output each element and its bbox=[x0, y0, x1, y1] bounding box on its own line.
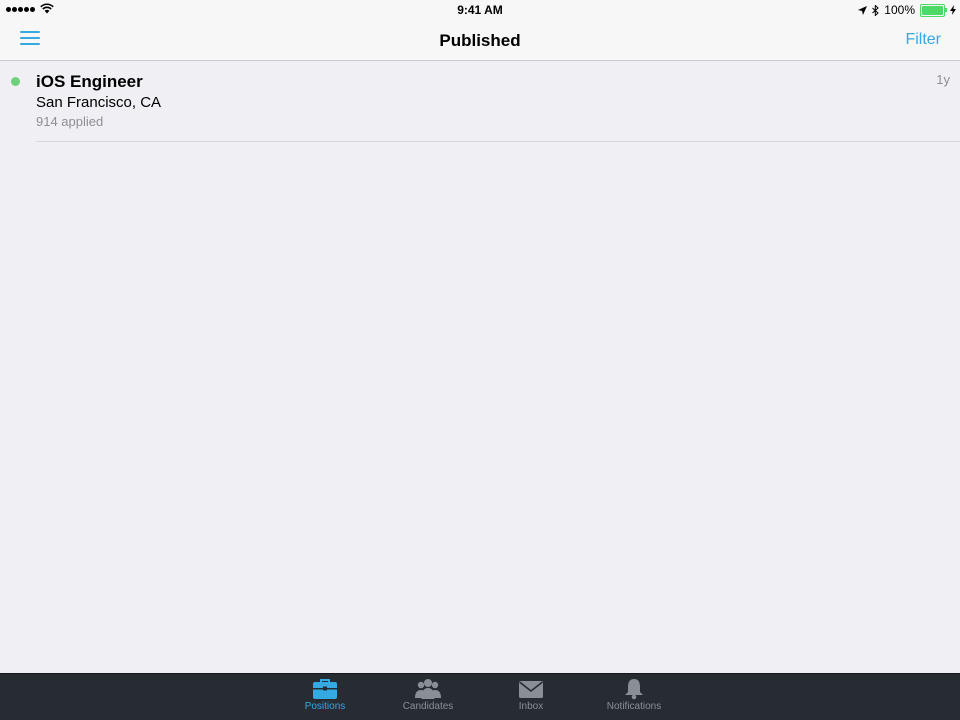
bluetooth-icon bbox=[872, 4, 880, 16]
positions-list: iOS Engineer San Francisco, CA 914 appli… bbox=[0, 61, 960, 142]
position-row[interactable]: iOS Engineer San Francisco, CA 914 appli… bbox=[0, 61, 960, 142]
tab-label: Candidates bbox=[402, 701, 454, 712]
briefcase-icon bbox=[313, 679, 337, 699]
bell-icon bbox=[625, 679, 643, 700]
position-location: San Francisco, CA bbox=[36, 94, 162, 111]
location-icon bbox=[858, 5, 868, 15]
navigation-bar: Published Filter bbox=[0, 20, 960, 61]
page-title: Published bbox=[439, 31, 521, 50]
position-age: 1y bbox=[936, 72, 950, 87]
charging-icon bbox=[950, 5, 956, 15]
tab-label: Inbox bbox=[518, 701, 544, 712]
people-icon bbox=[415, 679, 441, 699]
tab-inbox[interactable]: Inbox bbox=[491, 674, 571, 720]
published-status-dot bbox=[11, 77, 20, 86]
row-divider bbox=[36, 141, 960, 142]
tab-candidates[interactable]: Candidates bbox=[388, 674, 468, 720]
position-title: iOS Engineer bbox=[36, 72, 143, 91]
tab-bar: Positions Candidates Inbox Notifications bbox=[0, 673, 960, 720]
position-applied-count: 914 applied bbox=[36, 114, 104, 129]
filter-button[interactable]: Filter bbox=[905, 31, 941, 49]
battery-icon bbox=[920, 3, 947, 17]
status-time: 9:41 AM bbox=[457, 3, 503, 17]
tab-label: Positions bbox=[304, 701, 346, 712]
tab-notifications[interactable]: Notifications bbox=[594, 674, 674, 720]
status-bar: 9:41 AM 100% bbox=[0, 0, 960, 20]
tab-label: Notifications bbox=[606, 701, 662, 712]
tab-positions[interactable]: Positions bbox=[285, 674, 365, 720]
battery-percent: 100% bbox=[884, 3, 915, 17]
envelope-icon bbox=[519, 681, 543, 698]
